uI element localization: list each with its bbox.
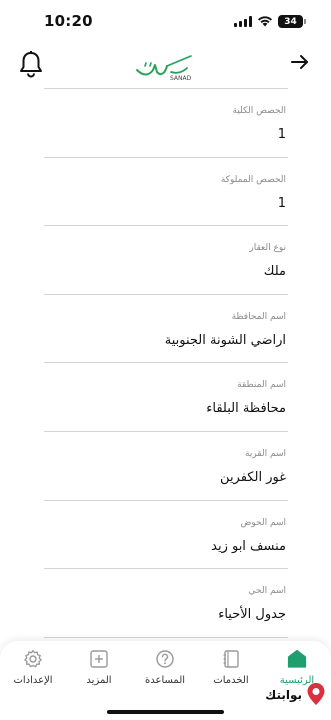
back-arrow-icon[interactable]: [289, 51, 311, 73]
battery-level: 34: [284, 16, 297, 27]
plus-icon: [90, 650, 108, 668]
tab-help[interactable]: المساعدة: [132, 649, 198, 693]
logo-text: SANAD: [170, 75, 192, 82]
field-value: 1: [277, 127, 286, 142]
field-owned-shares: الحصص المملوكة 1: [44, 158, 288, 227]
wifi-icon: [258, 16, 272, 27]
battery-icon: 34: [278, 15, 306, 28]
home-indicator: [107, 710, 224, 714]
field-value: محافظة البلقاء: [206, 401, 286, 417]
tab-label: الإعدادات: [13, 675, 53, 686]
field-region: اسم المنطقة محافظة البلقاء: [44, 363, 288, 432]
field-label: نوع العقار: [249, 243, 286, 254]
field-label: اسم القرية: [245, 448, 286, 459]
bell-icon[interactable]: [18, 50, 44, 78]
field-neighborhood: اسم الحي جدول الأحياء: [44, 569, 288, 638]
signal-icon: [234, 16, 252, 27]
field-label: الحصص الكلية: [232, 106, 286, 116]
field-label: الحصص المملوكة: [220, 174, 286, 185]
field-governorate: اسم المحافظة اراضي الشونة الجنوبية: [44, 295, 288, 364]
field-value: غور الكفرين: [220, 469, 286, 485]
gear-icon: [24, 649, 42, 668]
field-label: اسم الحوض: [240, 517, 286, 528]
tab-more[interactable]: المزيد: [66, 649, 132, 693]
tab-label: المزيد: [86, 675, 112, 686]
status-bar: 10:20 34: [0, 0, 331, 44]
watermark: بوابتك: [265, 680, 331, 710]
field-total-shares: الحصص الكلية 1: [44, 89, 288, 158]
question-icon: [156, 650, 174, 668]
status-time: 10:20: [44, 12, 93, 30]
field-value: ملك: [263, 264, 286, 280]
field-property-type: نوع العقار ملك: [44, 226, 288, 295]
field-label: اسم المنطقة: [237, 380, 286, 391]
field-value: 1: [277, 195, 286, 211]
field-value: منسف ابو زيد: [211, 538, 286, 554]
field-value: جدول الأحياء: [218, 607, 286, 623]
map-pin-icon: [307, 683, 325, 705]
field-value: اراضي الشونة الجنوبية: [164, 332, 286, 348]
services-icon: [223, 650, 239, 668]
field-basin: اسم الحوض منسف ابو زيد: [44, 501, 288, 570]
app-header: SANAD: [0, 44, 331, 90]
tab-label: المساعدة: [144, 675, 186, 686]
tab-label: الخدمات: [213, 675, 249, 686]
field-village: اسم القرية غور الكفرين: [44, 432, 288, 501]
field-label: اسم الحي: [248, 586, 286, 597]
tab-settings[interactable]: الإعدادات: [0, 649, 66, 693]
watermark-text: بوابتك: [265, 688, 302, 702]
property-details-form: الحصص الكلية 1 الحصص المملوكة 1 نوع العق…: [44, 88, 288, 638]
home-icon: [287, 649, 307, 668]
tab-services[interactable]: الخدمات: [198, 649, 264, 693]
field-label: اسم المحافظة: [231, 311, 286, 322]
